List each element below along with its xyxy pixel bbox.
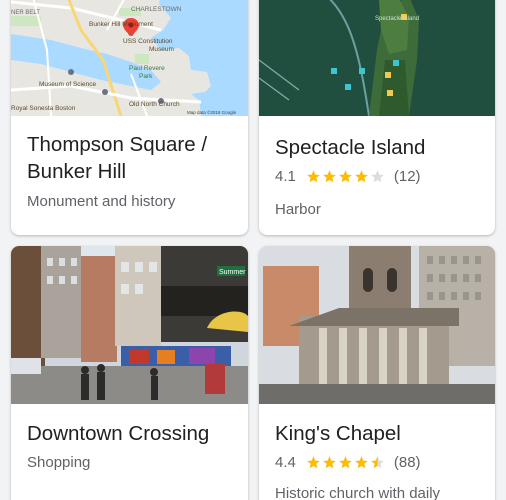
star-icon	[339, 170, 352, 183]
map-label-poi: USS Constitution	[123, 38, 173, 45]
star-icon	[307, 170, 320, 183]
rating-row: 4.1 (12)	[275, 168, 421, 185]
star-icon	[339, 456, 352, 469]
place-title: Thompson Square /	[27, 133, 208, 156]
rating-stars	[306, 455, 386, 470]
rating-value: 4.1	[275, 168, 296, 185]
place-category: Harbor	[275, 201, 321, 218]
review-count: (88)	[393, 454, 421, 471]
street-sign-text: Summer	[219, 269, 246, 276]
review-count: (12)	[393, 168, 421, 185]
church-photo-thumbnail	[259, 246, 495, 404]
map-attribution: Map data ©2018 Google	[187, 109, 237, 115]
place-title: Bunker Hill	[27, 160, 127, 183]
aerial-label: Spectacle Island	[375, 16, 419, 22]
map-label-poi: Museum	[149, 46, 174, 53]
place-title: King's Chapel	[275, 422, 401, 445]
place-category: Shopping	[27, 454, 91, 471]
place-card-kings-chapel[interactable]: King's Chapel 4.4 (88) Historic church w…	[259, 246, 495, 500]
map-label-area: CHARLESTOWN	[131, 6, 182, 13]
star-icon	[307, 456, 320, 469]
star-icon	[355, 170, 368, 183]
star-icon	[355, 456, 368, 469]
star-icon	[371, 170, 384, 183]
map-thumbnail: CHARLESTOWN NER BELT Bunker Hill Monumen…	[11, 0, 248, 116]
place-card-thompson-square[interactable]: CHARLESTOWN NER BELT Bunker Hill Monumen…	[11, 0, 248, 235]
map-label-area: NER BELT	[11, 10, 40, 16]
map-label-poi: Paul Revere	[129, 65, 165, 72]
map-label-poi: Park	[139, 73, 153, 80]
map-label-poi: Bunker Hill Monument	[89, 21, 153, 28]
rating-row: 4.4 (88)	[275, 454, 421, 471]
star-icon	[371, 456, 384, 469]
aerial-thumbnail: Spectacle Island	[259, 0, 495, 116]
star-icon	[323, 170, 336, 183]
map-label-poi: Royal Sonesta Boston	[11, 105, 76, 112]
place-card-downtown-crossing[interactable]: Summer Downtown Crossing Shopping	[11, 246, 248, 500]
place-category: Monument and history	[27, 193, 176, 210]
place-title: Spectacle Island	[275, 136, 426, 159]
street-photo-thumbnail: Summer	[11, 246, 248, 404]
place-category: Historic church with daily	[275, 485, 441, 500]
map-label-poi: Museum of Science	[39, 81, 96, 88]
place-card-spectacle-island[interactable]: Spectacle Island Spectacle Island 4.1 (1…	[259, 0, 495, 235]
star-icon	[323, 456, 336, 469]
map-label-poi: Old North Church	[129, 101, 180, 108]
rating-value: 4.4	[275, 454, 296, 471]
rating-stars	[306, 169, 386, 184]
places-grid: CHARLESTOWN NER BELT Bunker Hill Monumen…	[0, 0, 506, 500]
place-title: Downtown Crossing	[27, 422, 210, 445]
